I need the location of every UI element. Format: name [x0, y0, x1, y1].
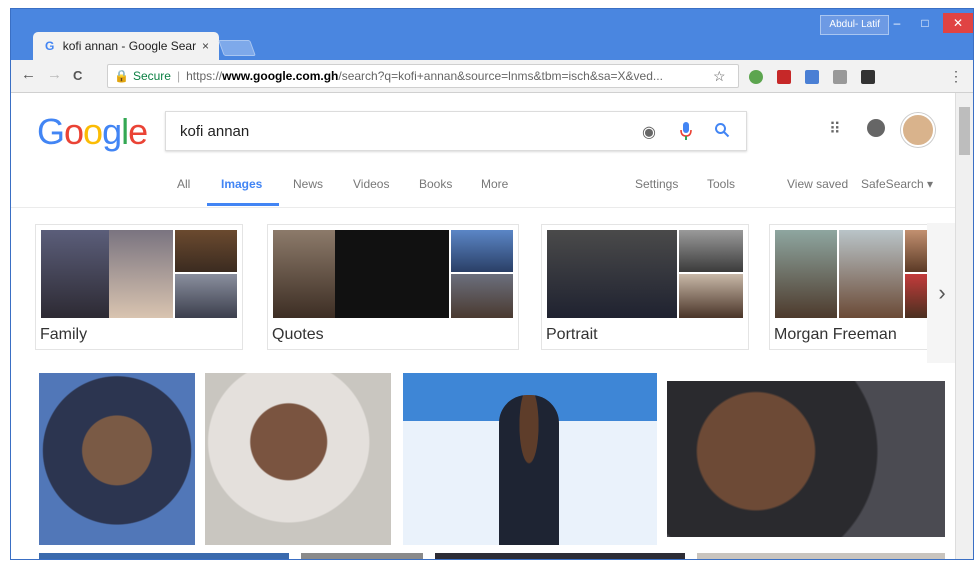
reload-button[interactable]: C	[73, 68, 82, 83]
lock-icon: 🔒	[114, 69, 129, 83]
image-result[interactable]	[205, 373, 391, 545]
logo-letter: G	[37, 111, 65, 152]
url-prefix: https://	[186, 69, 223, 83]
browser-tab[interactable]: G kofi annan - Google Sear ×	[33, 32, 219, 60]
back-button[interactable]: ←	[21, 66, 36, 83]
related-label: Portrait	[546, 326, 598, 343]
camera-icon[interactable]: ◉	[642, 122, 656, 142]
related-thumbnail	[775, 230, 951, 318]
image-result-partial[interactable]	[697, 553, 945, 559]
related-next-arrow-icon[interactable]: ›	[927, 223, 956, 363]
notifications-icon[interactable]	[867, 119, 885, 137]
tab-news[interactable]: News	[293, 177, 323, 191]
url-path: /search?q=kofi+annan&source=lnms&tbm=isc…	[338, 69, 663, 83]
related-thumbnail	[547, 230, 743, 318]
related-card-family[interactable]: Family	[35, 224, 243, 350]
tab-close-button[interactable]: ×	[202, 39, 209, 53]
extension-translate-icon[interactable]	[805, 70, 819, 84]
image-result-partial[interactable]	[301, 553, 423, 559]
tab-tools[interactable]: Tools	[707, 177, 735, 191]
search-input[interactable]: kofi annan	[180, 123, 249, 140]
browser-menu-icon[interactable]: ⋮	[949, 68, 963, 85]
close-window-button[interactable]: ✕	[943, 13, 973, 33]
tab-settings[interactable]: Settings	[635, 177, 678, 191]
google-favicon-icon: G	[45, 39, 55, 53]
related-label: Morgan Freeman	[774, 326, 897, 343]
logo-letter: e	[128, 111, 148, 152]
apps-grid-icon[interactable]: ⠿	[829, 119, 842, 139]
search-icon[interactable]	[714, 122, 730, 143]
url-host: www.google.com.gh	[222, 69, 339, 83]
extension-gray-icon[interactable]	[833, 70, 847, 84]
logo-letter: o	[83, 111, 103, 152]
maximize-button[interactable]: □	[907, 13, 943, 33]
address-bar[interactable]: 🔒 Secure | https://www.google.com.gh/search…	[107, 64, 739, 88]
view-saved-link[interactable]: View saved	[787, 177, 848, 191]
extension-shield-icon[interactable]	[749, 70, 763, 84]
logo-letter: o	[64, 111, 84, 152]
image-result[interactable]	[39, 373, 195, 545]
tabs-divider	[11, 207, 956, 208]
tab-more[interactable]: More	[481, 177, 508, 191]
extension-bookmark-icon[interactable]	[777, 70, 791, 84]
extension-save-icon[interactable]	[861, 70, 875, 84]
tab-images[interactable]: Images	[221, 177, 262, 191]
image-result[interactable]	[667, 381, 945, 537]
new-tab-button[interactable]	[218, 40, 256, 56]
related-card-quotes[interactable]: Quotes	[267, 224, 519, 350]
related-card-portrait[interactable]: Portrait	[541, 224, 749, 350]
related-label: Quotes	[272, 326, 324, 343]
tab-title: kofi annan - Google Sear	[62, 39, 197, 53]
search-results-page: Google kofi annan ◉ ⠿ All Images News Vi…	[11, 93, 956, 559]
tab-books[interactable]: Books	[419, 177, 452, 191]
related-thumbnail	[273, 230, 513, 318]
logo-letter: g	[102, 111, 122, 152]
image-result-partial[interactable]	[39, 553, 289, 559]
search-box[interactable]: kofi annan ◉	[165, 111, 747, 151]
scrollbar-thumb[interactable]	[959, 107, 970, 155]
safesearch-menu[interactable]: SafeSearch ▾	[861, 177, 933, 191]
microphone-icon[interactable]	[680, 122, 692, 143]
bookmark-star-icon[interactable]: ☆	[713, 68, 726, 85]
address-separator: |	[176, 69, 181, 83]
address-toolbar: ← → C 🔒 Secure | https://www.google.com.gh/…	[11, 60, 973, 93]
google-logo[interactable]: Google	[37, 111, 148, 153]
browser-window: G kofi annan - Google Sear × Abdul- Lati…	[10, 8, 974, 560]
related-label: Family	[40, 326, 88, 343]
account-avatar[interactable]	[901, 113, 935, 147]
page-scrollbar[interactable]	[955, 93, 973, 559]
image-result-partial[interactable]	[435, 553, 685, 559]
related-thumbnail	[41, 230, 237, 318]
tab-strip: G kofi annan - Google Sear × Abdul- Lati…	[11, 9, 973, 63]
tab-all[interactable]: All	[177, 177, 190, 191]
tab-videos[interactable]: Videos	[353, 177, 389, 191]
image-result[interactable]	[403, 373, 657, 545]
forward-button[interactable]: →	[47, 66, 62, 83]
secure-label: Secure	[132, 69, 171, 83]
active-tab-indicator	[207, 203, 279, 206]
